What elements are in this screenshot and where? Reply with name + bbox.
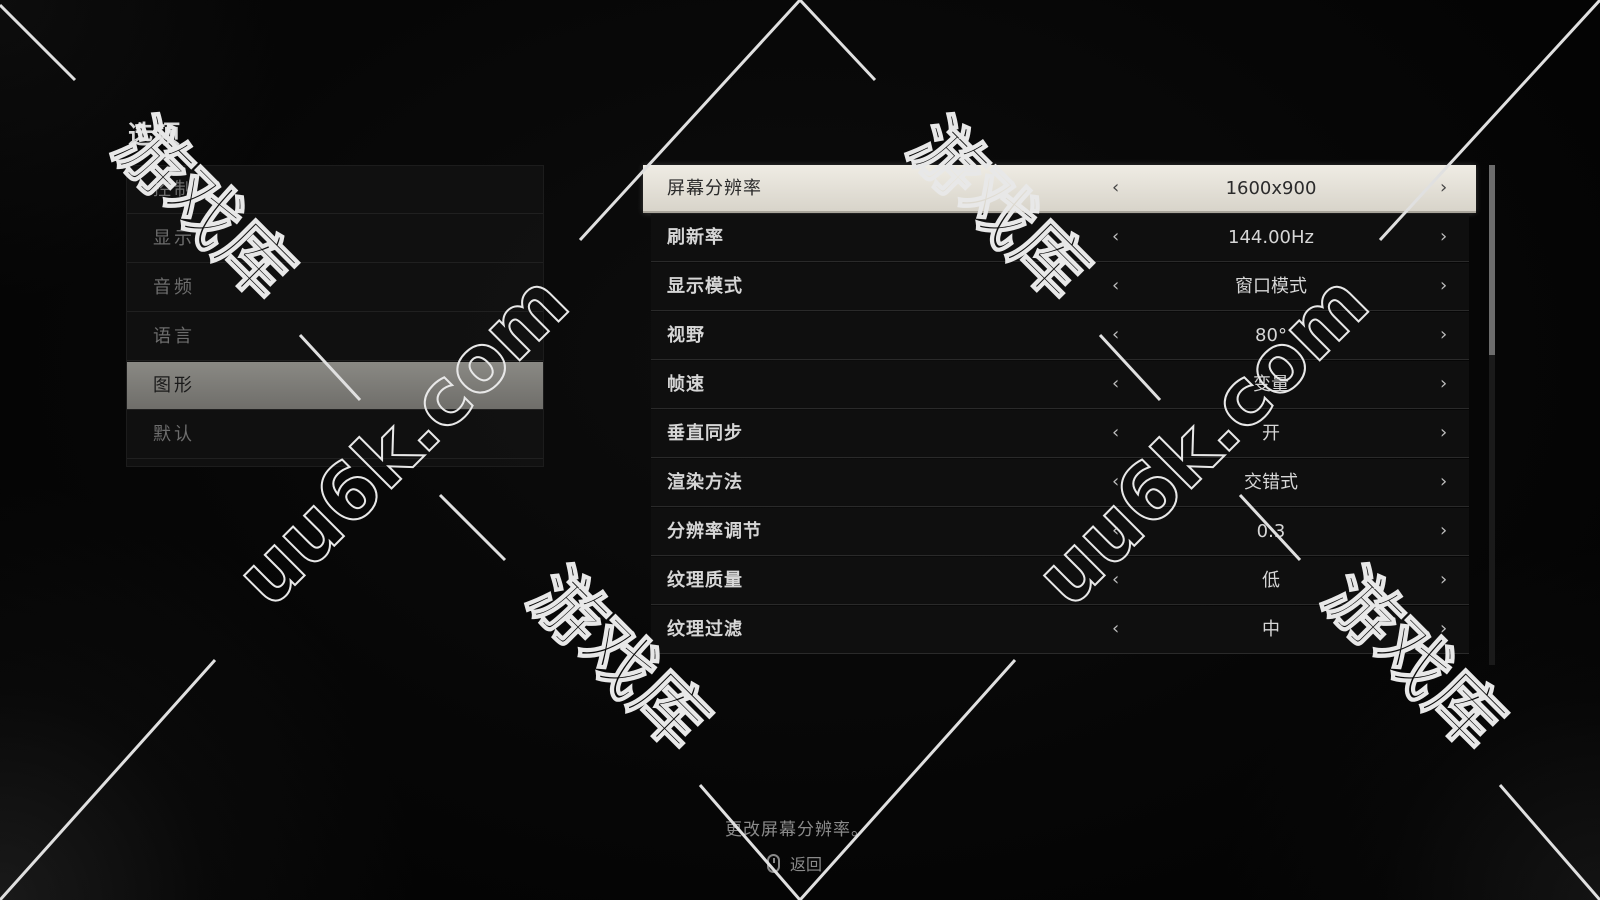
chevron-left-icon[interactable]: ‹ xyxy=(1112,263,1119,309)
chevron-left-icon[interactable]: ‹ xyxy=(1112,312,1119,358)
setting-label: 分辨率调节 xyxy=(667,521,762,542)
setting-row-texture-filtering[interactable]: 纹理过滤 ‹ 中 › xyxy=(651,606,1469,654)
menu-item-controls[interactable]: 控制 xyxy=(127,166,543,214)
setting-value: 0.3 xyxy=(1256,521,1286,542)
setting-label: 纹理质量 xyxy=(667,570,743,591)
setting-value: 开 xyxy=(1262,423,1280,444)
setting-label: 渲染方法 xyxy=(667,472,743,493)
setting-value: 1600x900 xyxy=(1225,178,1317,199)
setting-label: 垂直同步 xyxy=(667,423,743,444)
setting-value: 变量 xyxy=(1253,374,1289,395)
chevron-right-icon[interactable]: › xyxy=(1440,508,1447,554)
chevron-right-icon[interactable]: › xyxy=(1440,557,1447,603)
setting-row-resolution-scaling[interactable]: 分辨率调节 ‹ 0.3 › xyxy=(651,508,1469,556)
setting-value: 交错式 xyxy=(1244,472,1298,493)
setting-value: 80° xyxy=(1255,325,1287,346)
chevron-left-icon[interactable]: ‹ xyxy=(1112,606,1119,652)
setting-label: 屏幕分辨率 xyxy=(667,178,762,199)
chevron-left-icon[interactable]: ‹ xyxy=(1112,214,1119,260)
chevron-right-icon[interactable]: › xyxy=(1440,459,1447,505)
setting-label: 刷新率 xyxy=(667,227,724,248)
chevron-right-icon[interactable]: › xyxy=(1440,606,1447,652)
graphics-settings-list: 屏幕分辨率 ‹ 1600x900 › 刷新率 ‹ 144.00Hz › 显示模式… xyxy=(643,165,1476,665)
chevron-left-icon[interactable]: ‹ xyxy=(1112,557,1119,603)
chevron-left-icon[interactable]: ‹ xyxy=(1112,508,1119,554)
setting-label: 显示模式 xyxy=(667,276,743,297)
setting-row-field-of-view[interactable]: 视野 ‹ 80° › xyxy=(651,312,1469,360)
chevron-right-icon[interactable]: › xyxy=(1440,263,1447,309)
setting-value: 低 xyxy=(1262,570,1280,591)
setting-row-refresh-rate[interactable]: 刷新率 ‹ 144.00Hz › xyxy=(651,214,1469,262)
setting-description: 更改屏幕分辨率。 xyxy=(725,820,869,840)
chevron-right-icon[interactable]: › xyxy=(1440,165,1447,211)
menu-item-graphics[interactable]: 图形 xyxy=(127,362,543,410)
setting-row-vsync[interactable]: 垂直同步 ‹ 开 › xyxy=(651,410,1469,458)
setting-row-frame-rate[interactable]: 帧速 ‹ 变量 › xyxy=(651,361,1469,409)
setting-label: 帧速 xyxy=(667,374,705,395)
setting-row-display-mode[interactable]: 显示模式 ‹ 窗口模式 › xyxy=(651,263,1469,311)
scrollbar-thumb[interactable] xyxy=(1489,165,1495,355)
menu-item-display[interactable]: 显示 xyxy=(127,215,543,263)
mouse-icon xyxy=(767,853,780,873)
chevron-right-icon[interactable]: › xyxy=(1440,214,1447,260)
chevron-left-icon[interactable]: ‹ xyxy=(1112,361,1119,407)
chevron-left-icon[interactable]: ‹ xyxy=(1112,410,1119,456)
setting-row-texture-quality[interactable]: 纹理质量 ‹ 低 › xyxy=(651,557,1469,605)
grunge-texture-bottom-left xyxy=(0,480,420,900)
settings-scrollbar[interactable] xyxy=(1489,165,1495,665)
chevron-left-icon[interactable]: ‹ xyxy=(1112,165,1119,211)
setting-label: 纹理过滤 xyxy=(667,619,743,640)
chevron-right-icon[interactable]: › xyxy=(1440,410,1447,456)
chevron-left-icon[interactable]: ‹ xyxy=(1112,459,1119,505)
back-button[interactable]: 返回 xyxy=(767,851,822,875)
setting-label: 视野 xyxy=(667,325,705,346)
chevron-right-icon[interactable]: › xyxy=(1440,361,1447,407)
options-menu: 控制 显示 音频 语言 图形 默认 xyxy=(126,165,544,467)
menu-item-language[interactable]: 语言 xyxy=(127,313,543,361)
menu-title: 选项 xyxy=(128,120,183,149)
chevron-right-icon[interactable]: › xyxy=(1440,312,1447,358)
menu-item-defaults[interactable]: 默认 xyxy=(127,411,543,459)
setting-value: 144.00Hz xyxy=(1228,227,1314,248)
setting-row-rendering-method[interactable]: 渲染方法 ‹ 交错式 › xyxy=(651,459,1469,507)
back-label: 返回 xyxy=(790,855,823,874)
setting-value: 中 xyxy=(1262,619,1280,640)
setting-row-screen-resolution[interactable]: 屏幕分辨率 ‹ 1600x900 › xyxy=(643,165,1476,213)
menu-item-audio[interactable]: 音频 xyxy=(127,264,543,312)
graphics-options-screen: 选项 控制 显示 音频 语言 图形 默认 屏幕分辨率 ‹ 1600x900 › … xyxy=(0,0,1600,900)
setting-value: 窗口模式 xyxy=(1235,276,1307,297)
